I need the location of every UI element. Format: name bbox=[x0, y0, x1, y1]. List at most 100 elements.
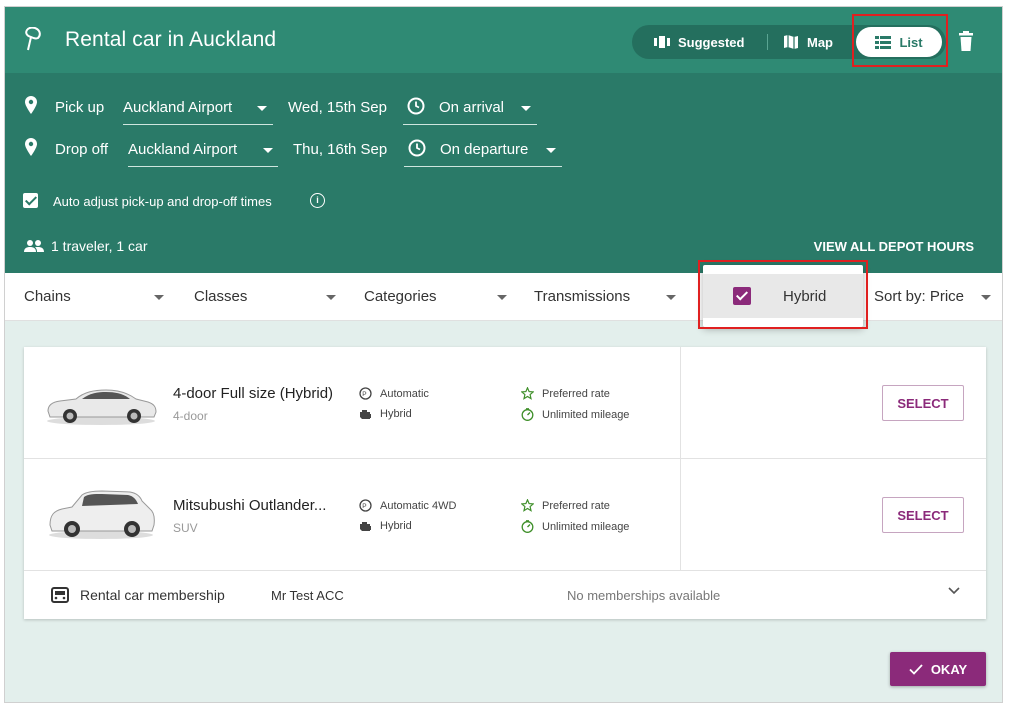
dropoff-row: Drop off Auckland Airport Thu, 16th Sep … bbox=[5, 133, 1002, 167]
transmission-feature: P Automatic bbox=[359, 387, 429, 400]
suv-car-image bbox=[49, 490, 155, 539]
map-view-button[interactable]: Map bbox=[783, 25, 833, 59]
pickup-row: Pick up Auckland Airport Wed, 15th Sep O… bbox=[5, 91, 1002, 125]
select-button[interactable]: SELECT bbox=[882, 385, 964, 421]
travelers-selector[interactable]: 1 traveler, 1 car bbox=[23, 238, 148, 254]
rate-value: Preferred rate bbox=[542, 499, 610, 512]
fuel-value: Hybrid bbox=[380, 408, 412, 420]
rate-feature: Preferred rate bbox=[521, 499, 610, 512]
clock-icon bbox=[407, 97, 425, 115]
membership-status: No memberships available bbox=[567, 588, 721, 603]
location-pin-icon bbox=[25, 138, 37, 156]
chevron-down-icon bbox=[497, 295, 507, 300]
star-icon bbox=[521, 387, 534, 400]
select-button[interactable]: SELECT bbox=[882, 497, 964, 533]
speedometer-icon bbox=[521, 408, 534, 421]
column-divider bbox=[680, 459, 681, 571]
list-item[interactable]: 4-door Full size (Hybrid) 4-door P Autom… bbox=[24, 347, 986, 459]
okay-button[interactable]: OKAY bbox=[890, 652, 986, 686]
mileage-feature: Unlimited mileage bbox=[521, 520, 629, 533]
chevron-down-icon bbox=[263, 148, 273, 153]
speedometer-icon bbox=[521, 520, 534, 533]
svg-text:P: P bbox=[362, 391, 366, 398]
chevron-down-icon bbox=[154, 295, 164, 300]
transmission-icon: P bbox=[359, 499, 372, 512]
info-icon[interactable]: i bbox=[310, 193, 325, 208]
car-name: 4-door Full size (Hybrid) bbox=[173, 385, 334, 402]
mileage-value: Unlimited mileage bbox=[542, 520, 630, 533]
membership-row[interactable]: Rental car membership Mr Test ACC No mem… bbox=[24, 571, 986, 619]
chevron-down-icon bbox=[521, 106, 531, 111]
fuel-feature: Hybrid bbox=[359, 408, 412, 420]
auto-adjust-checkbox[interactable] bbox=[23, 193, 38, 208]
list-item[interactable]: Mitsubushi Outlander... SUV P Automatic … bbox=[24, 459, 986, 571]
categories-label: Categories bbox=[364, 288, 437, 305]
dropoff-location-value: Auckland Airport bbox=[128, 141, 238, 158]
sedan-car-image bbox=[47, 389, 157, 425]
map-icon bbox=[784, 35, 798, 49]
suggested-label: Suggested bbox=[678, 34, 745, 50]
dropoff-location-dropdown[interactable]: Auckland Airport bbox=[128, 133, 278, 167]
sort-dropdown[interactable]: Sort by: Price bbox=[874, 273, 996, 321]
dropoff-time-value: On departure bbox=[440, 141, 529, 158]
chevron-down-icon bbox=[666, 295, 676, 300]
map-label: Map bbox=[807, 34, 833, 50]
sort-label: Sort by: Price bbox=[874, 288, 965, 305]
chevron-down-icon bbox=[257, 106, 267, 111]
car-type: 4-door bbox=[173, 409, 208, 423]
mileage-feature: Unlimited mileage bbox=[521, 408, 629, 421]
engine-icon bbox=[360, 521, 371, 531]
transmission-value: Automatic bbox=[380, 387, 429, 400]
list-highlight-box bbox=[852, 14, 948, 67]
engine-icon bbox=[360, 409, 371, 419]
transmissions-filter[interactable]: Transmissions bbox=[534, 273, 676, 321]
auto-adjust-label: Auto adjust pick-up and drop-off times bbox=[53, 194, 272, 209]
chevron-down-icon bbox=[948, 587, 960, 595]
column-divider bbox=[680, 347, 681, 459]
pickup-date[interactable]: Wed, 15th Sep bbox=[288, 99, 387, 116]
fuel-value: Hybrid bbox=[380, 520, 412, 532]
okay-label: OKAY bbox=[930, 661, 968, 677]
search-header: Rental car in Auckland Suggested Map Lis… bbox=[5, 7, 1002, 273]
car-name: Mitsubushi Outlander... bbox=[173, 497, 327, 514]
transmission-icon: P bbox=[359, 387, 372, 400]
pickup-location-dropdown[interactable]: Auckland Airport bbox=[123, 91, 273, 125]
chevron-down-icon bbox=[981, 295, 991, 300]
classes-filter[interactable]: Classes bbox=[194, 273, 336, 321]
title-bar: Rental car in Auckland Suggested Map Lis… bbox=[5, 7, 1002, 73]
svg-text:P: P bbox=[362, 503, 366, 510]
dropoff-date[interactable]: Thu, 16th Sep bbox=[293, 141, 387, 158]
car-front-icon bbox=[51, 587, 69, 603]
transmission-value: Automatic 4WD bbox=[380, 499, 457, 512]
clock-icon bbox=[408, 139, 426, 157]
chains-filter[interactable]: Chains bbox=[24, 273, 164, 321]
rate-feature: Preferred rate bbox=[521, 387, 610, 400]
page-title: Rental car in Auckland bbox=[65, 28, 277, 51]
mileage-value: Unlimited mileage bbox=[542, 408, 630, 421]
pickup-time-value: On arrival bbox=[439, 99, 505, 116]
suggested-view-button[interactable]: Suggested bbox=[654, 25, 744, 59]
trash-icon[interactable] bbox=[959, 31, 973, 51]
people-icon bbox=[24, 240, 44, 252]
rate-value: Preferred rate bbox=[542, 387, 610, 400]
membership-label: Rental car membership bbox=[80, 587, 225, 603]
fuel-feature: Hybrid bbox=[359, 520, 412, 532]
hybrid-highlight-box bbox=[698, 260, 868, 329]
view-depot-hours-link[interactable]: VIEW ALL DEPOT HOURS bbox=[814, 239, 974, 254]
membership-name: Mr Test ACC bbox=[271, 588, 344, 603]
classes-label: Classes bbox=[194, 288, 248, 305]
check-icon bbox=[909, 663, 923, 675]
star-icon bbox=[521, 499, 534, 512]
chevron-down-icon bbox=[326, 295, 336, 300]
pickup-time-dropdown[interactable]: On arrival bbox=[403, 91, 537, 125]
location-pin-icon bbox=[25, 96, 37, 114]
dropoff-time-dropdown[interactable]: On departure bbox=[404, 133, 562, 167]
columns-icon bbox=[654, 36, 670, 48]
transmissions-label: Transmissions bbox=[534, 288, 631, 305]
transmission-feature: P Automatic 4WD bbox=[359, 499, 456, 512]
chains-label: Chains bbox=[24, 288, 71, 305]
dropoff-label: Drop off bbox=[55, 141, 109, 158]
results-list: 4-door Full size (Hybrid) 4-door P Autom… bbox=[24, 347, 986, 619]
categories-filter[interactable]: Categories bbox=[364, 273, 508, 321]
chevron-down-icon bbox=[546, 148, 556, 153]
